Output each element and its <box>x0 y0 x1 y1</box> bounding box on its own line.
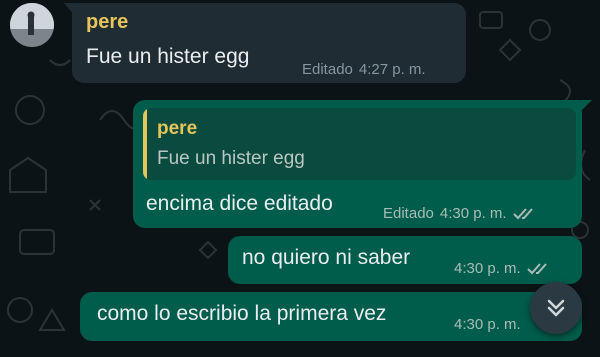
message-time: 4:30 p. m. <box>454 316 521 333</box>
quoted-sender-name: pere <box>157 118 198 139</box>
message-text: Fue un hister egg <box>86 45 250 68</box>
sender-name[interactable]: pere <box>86 11 128 34</box>
message-meta: Editado 4:27 p. m. <box>302 61 426 78</box>
outgoing-reply-bubble[interactable]: pere Fue un hister egg encima dice edita… <box>133 100 582 228</box>
message-text: como lo escribio la primera vez <box>97 302 387 325</box>
incoming-message-bubble[interactable]: pere Fue un hister egg Editado 4:27 p. m… <box>72 3 466 83</box>
message-time: 4:30 p. m. <box>439 205 507 222</box>
message-text: no quiero ni saber <box>242 246 411 269</box>
edited-label: Editado <box>383 205 434 222</box>
double-check-icon <box>526 262 547 274</box>
message-meta: 4:30 p. m. <box>454 260 553 277</box>
message-meta: 4:30 p. m. <box>454 316 521 333</box>
quote-accent-bar <box>143 108 147 180</box>
avatar[interactable] <box>10 3 54 47</box>
message-time: 4:30 p. m. <box>454 260 521 277</box>
message-meta: Editado 4:30 p. m. <box>383 205 539 222</box>
quoted-message-text: Fue un hister egg <box>157 148 305 169</box>
message-time: 4:27 p. m. <box>358 61 426 78</box>
outgoing-message-bubble[interactable]: como lo escribio la primera vez 4:30 p. … <box>80 292 582 341</box>
double-check-icon <box>512 207 533 219</box>
message-text: encima dice editado <box>146 192 333 215</box>
scroll-to-bottom-button[interactable] <box>530 282 582 334</box>
edited-label: Editado <box>302 61 353 78</box>
outgoing-message-bubble[interactable]: no quiero ni saber 4:30 p. m. <box>228 236 582 284</box>
double-chevron-down-icon <box>547 299 565 317</box>
avatar-image <box>10 3 54 47</box>
quoted-message[interactable]: pere Fue un hister egg <box>143 108 576 180</box>
